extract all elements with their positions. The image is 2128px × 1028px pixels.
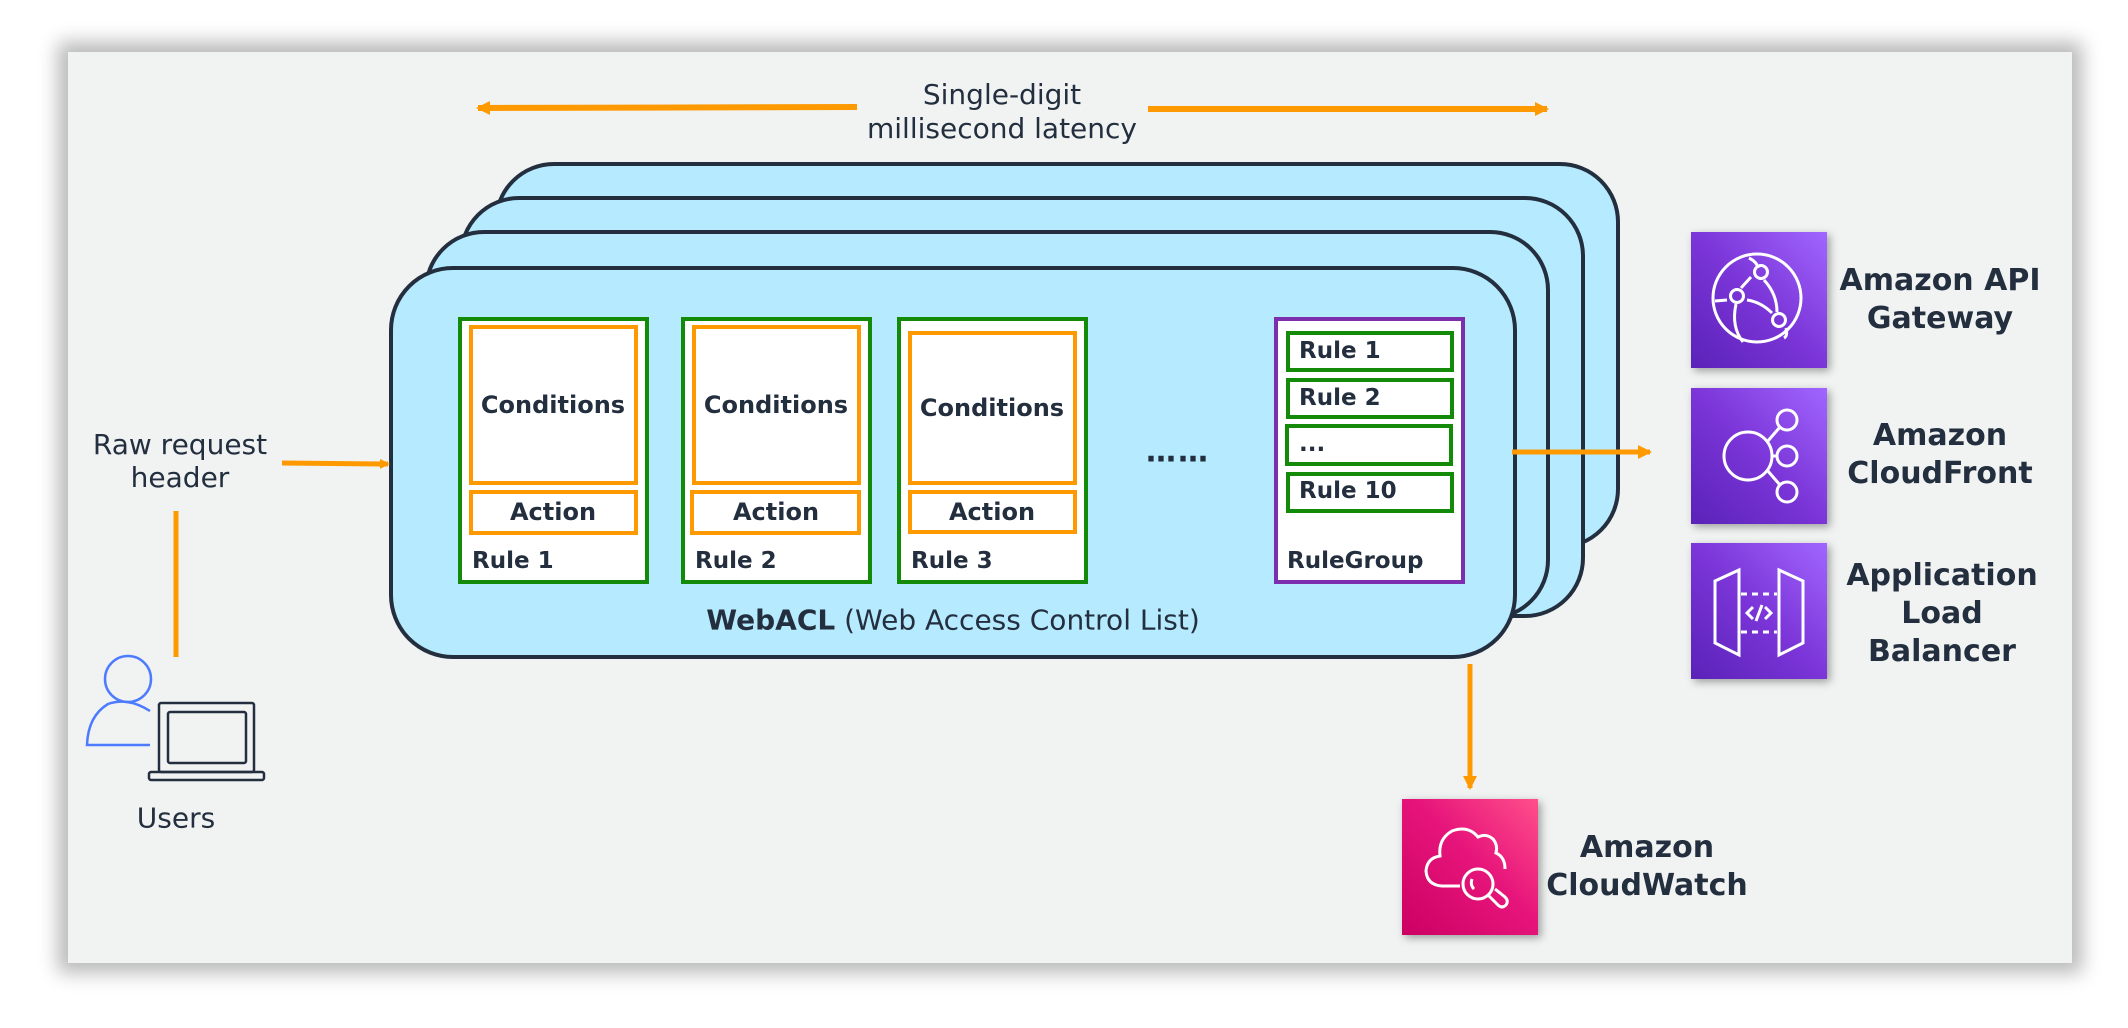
latency-label-line2: millisecond latency: [866, 112, 1138, 145]
rulegroup-name: RuleGroup: [1287, 548, 1424, 574]
api-gateway-tile: [1691, 232, 1827, 368]
more-rules-ellipsis: ……: [1146, 434, 1210, 470]
latency-label-line1: Single-digit: [922, 78, 1082, 111]
webacl-label: WebACL (Web Access Control List): [706, 604, 1200, 637]
rule-box-2: [681, 317, 872, 584]
rule-1-conditions-label: Conditions: [480, 391, 626, 419]
cloudwatch-tile: [1402, 799, 1538, 935]
rule-3-name: Rule 3: [911, 548, 993, 574]
latency-arrow-left: [476, 100, 858, 115]
cloud-magnifier-icon: [1424, 827, 1509, 909]
load-balancer-label-line3: Balancer: [1868, 634, 2016, 669]
raw-request-line1: Raw request: [92, 428, 268, 461]
raw-request-line2: header: [130, 461, 230, 494]
rule-3-conditions-label: Conditions: [919, 394, 1065, 422]
webacl-label-rest: (Web Access Control List): [835, 603, 1200, 637]
rule-2-action-label: Action: [732, 498, 820, 526]
api-gateway-code-icon: [1713, 567, 1805, 658]
load-balancer-tile: [1691, 543, 1827, 679]
cloudfront-label: Amazon CloudFront: [1847, 417, 2032, 493]
cloudfront-label-line1: Amazon: [1872, 418, 2008, 453]
globe-network-icon: [1711, 252, 1803, 344]
cloudwatch-label-line1: Amazon: [1579, 830, 1715, 865]
cloudwatch-label: Amazon CloudWatch: [1546, 829, 1748, 905]
latency-label: Single-digit millisecond latency: [867, 78, 1137, 146]
api-gateway-label-line1: Amazon API: [1839, 263, 2041, 298]
rulegroup-item-1: Rule 1: [1299, 338, 1381, 364]
rule-1-action-label: Action: [509, 498, 597, 526]
rule-2-name: Rule 2: [695, 548, 777, 574]
load-balancer-label-line1: Application: [1846, 558, 2038, 593]
rulegroup-item-10: Rule 10: [1299, 478, 1397, 504]
user-with-laptop-icon: [85, 654, 266, 782]
cloudfront-tile: [1691, 388, 1827, 524]
hub-nodes-icon: [1722, 408, 1799, 504]
api-gateway-label-line2: Gateway: [1866, 301, 2014, 336]
rule-3-action-label: Action: [948, 498, 1036, 526]
api-gateway-label: Amazon API Gateway: [1840, 262, 2041, 338]
cloudfront-label-line2: CloudFront: [1847, 456, 2033, 491]
rule-box-3: [897, 317, 1088, 584]
rule-1-name: Rule 1: [472, 548, 554, 574]
rule-box-1: [458, 317, 649, 584]
rulegroup-item-ellipsis: ...: [1299, 431, 1326, 457]
request-arrow: [281, 458, 390, 469]
load-balancer-label: Application Load Balancer: [1846, 557, 2037, 671]
users-label: Users: [136, 801, 216, 835]
raw-request-label: Raw request header: [93, 428, 267, 494]
webacl-label-bold: WebACL: [706, 603, 836, 637]
load-balancer-label-line2: Load: [1901, 596, 1983, 631]
cloudwatch-label-line2: CloudWatch: [1546, 868, 1748, 903]
rule-2-conditions-label: Conditions: [703, 391, 849, 419]
rulegroup-item-2: Rule 2: [1299, 385, 1381, 411]
